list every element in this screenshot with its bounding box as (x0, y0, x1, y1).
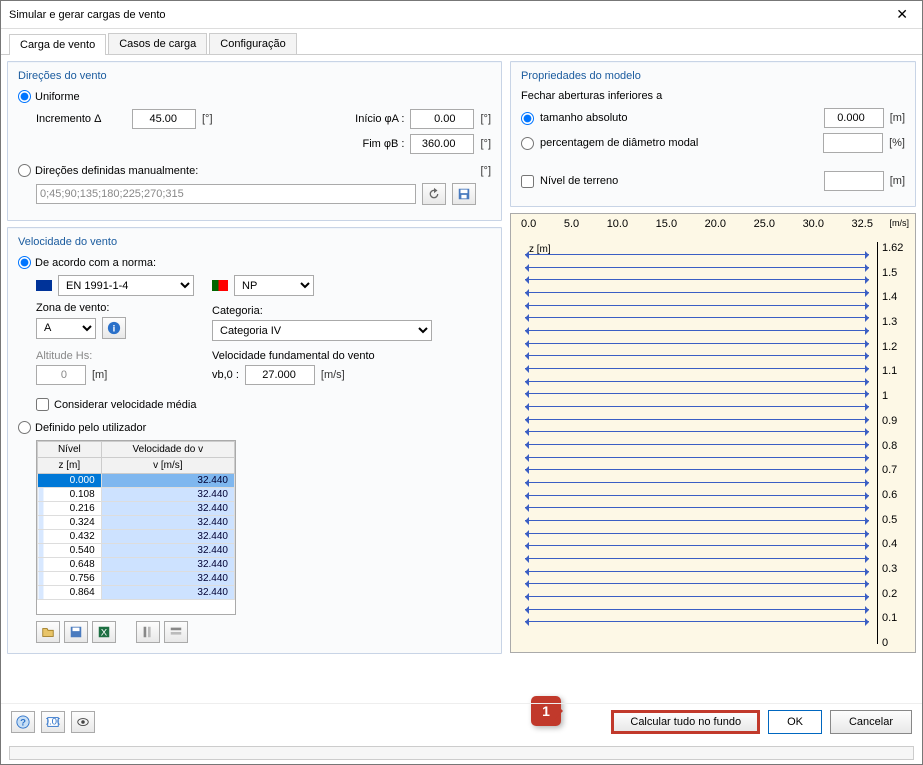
zone-select[interactable]: A (36, 318, 96, 339)
inicio-label: Início φA : (355, 113, 404, 125)
fim-input[interactable] (410, 134, 474, 154)
svg-text:0.00: 0.00 (46, 717, 60, 728)
annex-select[interactable]: NP (234, 275, 314, 296)
table-row[interactable]: 0.75632.440 (38, 572, 235, 586)
radio-norm[interactable] (18, 256, 31, 269)
manual-label: Direções definidas manualmente: (35, 165, 198, 177)
table-row[interactable]: 0.86432.440 (38, 586, 235, 600)
vb0-label: vb,0 : (212, 369, 239, 381)
radio-uniform[interactable] (18, 90, 31, 103)
insert-col-icon[interactable] (136, 621, 160, 643)
wind-profile-chart: 0.05.010.015.020.025.030.032.5 [m/s] z [… (510, 213, 916, 653)
mean-speed-checkbox[interactable] (36, 398, 49, 411)
absolute-input[interactable] (824, 108, 884, 128)
percentage-input (823, 133, 883, 153)
fundamental-label: Velocidade fundamental do vento (212, 350, 375, 362)
calculate-button[interactable]: Calcular tudo no fundo (611, 710, 760, 734)
group-directions: Direções do vento Uniforme Incremento Δ … (7, 61, 502, 221)
table-row[interactable]: 0.54032.440 (38, 544, 235, 558)
uniform-label: Uniforme (35, 91, 80, 103)
increment-label: Incremento Δ (36, 113, 126, 125)
group-model: Propriedades do modelo Fechar aberturas … (510, 61, 916, 207)
radio-percentage[interactable] (521, 137, 534, 150)
radio-manual[interactable] (18, 164, 31, 177)
group-title: Direções do vento (18, 70, 491, 82)
svg-text:?: ? (20, 718, 26, 729)
norm-select[interactable]: EN 1991-1-4 (58, 275, 194, 296)
info-icon[interactable]: i (102, 317, 126, 339)
save-icon[interactable] (64, 621, 88, 643)
titlebar: Simular e gerar cargas de vento ✕ (1, 1, 922, 29)
terrain-checkbox[interactable] (521, 175, 534, 188)
table-row[interactable]: 0.10832.440 (38, 488, 235, 502)
help-icon[interactable]: ? (11, 711, 35, 733)
tab-carga-vento[interactable]: Carga de vento (9, 34, 106, 55)
norm-label: De acordo com a norma: (35, 257, 156, 269)
absolute-label: tamanho absoluto (540, 112, 627, 124)
zone-label: Zona de vento: (36, 302, 206, 314)
ok-button[interactable]: OK (768, 710, 822, 734)
altitude-input (36, 365, 86, 385)
tab-config[interactable]: Configuração (209, 33, 296, 54)
group-title: Propriedades do modelo (521, 70, 905, 82)
terrain-input (824, 171, 884, 191)
increment-input[interactable] (132, 109, 196, 129)
manual-input (36, 184, 416, 204)
radio-absolute[interactable] (521, 112, 534, 125)
cancel-button[interactable]: Cancelar (830, 710, 912, 734)
svg-text:X: X (101, 628, 108, 639)
table-row[interactable]: 0.43232.440 (38, 530, 235, 544)
mean-speed-label: Considerar velocidade média (54, 399, 196, 411)
percentage-label: percentagem de diâmetro modal (540, 137, 698, 149)
tab-strip: Carga de vento Casos de carga Configuraç… (1, 29, 922, 55)
svg-text:i: i (113, 324, 116, 335)
flag-eu-icon (36, 280, 52, 291)
table-row[interactable]: 0.32432.440 (38, 516, 235, 530)
vb0-input[interactable] (245, 365, 315, 385)
units-icon[interactable]: 0.00 (41, 711, 65, 733)
insert-row-icon[interactable] (164, 621, 188, 643)
dialog-footer: ? 0.00 Calcular tudo no fundo OK Cancela… (1, 703, 922, 740)
close-openings-label: Fechar aberturas inferiores a (521, 90, 905, 102)
table-row[interactable]: 0.64832.440 (38, 558, 235, 572)
table-row[interactable]: 0.21632.440 (38, 502, 235, 516)
chart-x-unit: [m/s] (890, 218, 910, 228)
increment-unit: [°] (202, 113, 213, 125)
velocity-table[interactable]: NívelVelocidade do v z [m]v [m/s] 0.0003… (36, 440, 236, 615)
category-select[interactable]: Categoria IV (212, 320, 432, 341)
tab-casos-carga[interactable]: Casos de carga (108, 33, 207, 54)
save-disk-icon[interactable] (452, 183, 476, 205)
table-row[interactable]: 0.00032.440 (38, 474, 235, 488)
open-icon[interactable] (36, 621, 60, 643)
status-bar (9, 746, 914, 760)
rotate-icon[interactable] (422, 183, 446, 205)
export-excel-icon[interactable]: X (92, 621, 116, 643)
fim-label: Fim φB : (363, 138, 405, 150)
eye-icon[interactable] (71, 711, 95, 733)
terrain-label: Nível de terreno (540, 175, 618, 187)
altitude-label: Altitude Hs: (36, 350, 92, 362)
category-label: Categoria: (212, 305, 432, 317)
group-title: Velocidade do vento (18, 236, 491, 248)
window-title: Simular e gerar cargas de vento (9, 9, 166, 21)
close-icon[interactable]: ✕ (890, 6, 914, 23)
inicio-input[interactable] (410, 109, 474, 129)
user-defined-label: Definido pelo utilizador (35, 422, 146, 434)
radio-user-defined[interactable] (18, 421, 31, 434)
flag-pt-icon (212, 280, 228, 291)
group-speed: Velocidade do vento De acordo com a norm… (7, 227, 502, 654)
